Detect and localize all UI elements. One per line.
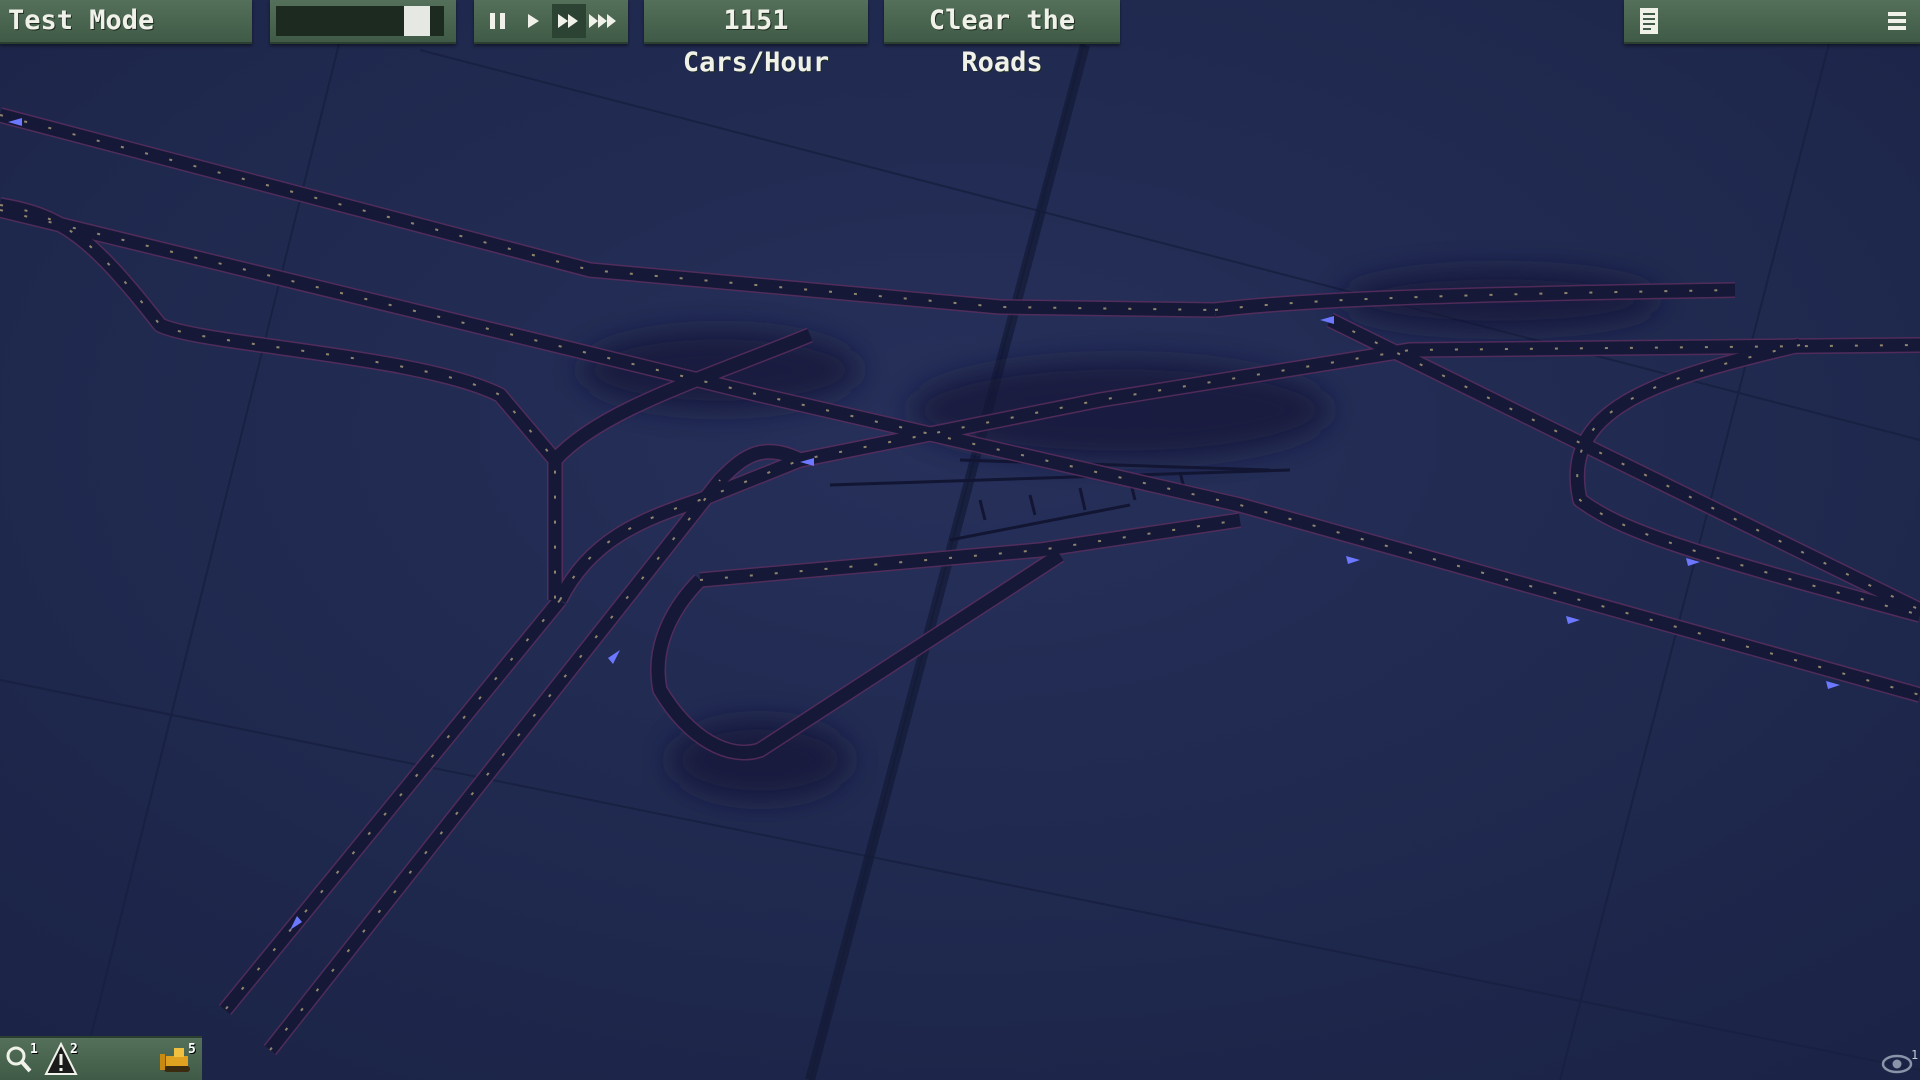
fast-forward-icon xyxy=(557,14,578,28)
hazard-tool-badge: 2 xyxy=(70,1042,78,1057)
hamburger-menu-button[interactable] xyxy=(1880,4,1914,38)
play-button[interactable] xyxy=(516,4,550,38)
mode-panel[interactable]: Test Mode xyxy=(0,0,252,44)
clear-roads-button[interactable]: Clear the Roads xyxy=(884,0,1120,78)
traffic-rate-value: 1151 Cars/Hour xyxy=(682,5,830,78)
traffic-slider-panel xyxy=(270,0,456,44)
document-icon xyxy=(1640,8,1658,34)
inspect-tool-button[interactable]: 1 xyxy=(4,1042,44,1078)
pause-icon xyxy=(489,13,505,29)
play-icon xyxy=(528,14,540,28)
eye-icon[interactable] xyxy=(1880,1052,1914,1076)
ground xyxy=(0,0,1920,1080)
traffic-rate-panel: 1151 Cars/Hour xyxy=(644,0,868,78)
right-toolbar xyxy=(1624,0,1920,44)
hazard-tool-button[interactable]: 2 xyxy=(44,1041,84,1078)
mode-label[interactable]: Test Mode xyxy=(0,0,252,42)
document-button[interactable] xyxy=(1632,4,1666,38)
bulldozer-tool-badge: 5 xyxy=(188,1042,196,1057)
fastest-forward-icon xyxy=(589,14,617,28)
hamburger-menu-icon xyxy=(1888,12,1906,30)
road-map-canvas[interactable] xyxy=(0,0,1920,1080)
eye-badge: 1 xyxy=(1911,1048,1919,1062)
fastest-forward-button[interactable] xyxy=(587,4,621,38)
bulldozer-tool-button[interactable]: 5 xyxy=(160,1042,200,1078)
inspect-tool-badge: 1 xyxy=(30,1042,38,1057)
pause-button[interactable] xyxy=(481,4,515,38)
fast-forward-button[interactable] xyxy=(551,4,586,38)
bottom-tool-panel: 1 2 5 xyxy=(0,1036,202,1080)
speed-controls xyxy=(474,0,628,44)
traffic-slider-knob[interactable] xyxy=(404,6,430,36)
